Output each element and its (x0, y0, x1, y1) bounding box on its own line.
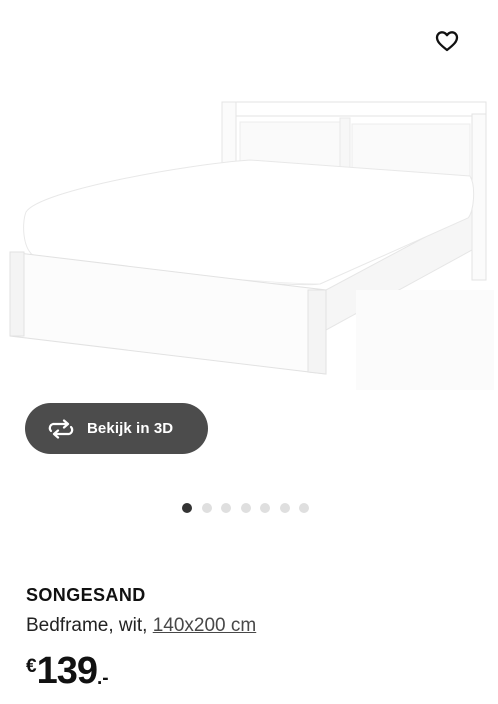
price-amount: 139 (36, 650, 98, 692)
view-in-3d-button[interactable]: Bekijk in 3D (25, 403, 208, 454)
product-price: € 139 .- (26, 652, 109, 690)
carousel-dot[interactable] (221, 503, 231, 513)
product-name: SONGESAND (26, 585, 146, 605)
carousel-dot[interactable] (182, 503, 192, 513)
product-description: Bedframe, wit, 140x200 cm (26, 615, 256, 637)
heart-icon (435, 31, 459, 52)
rotate-3d-icon (47, 418, 75, 440)
carousel-pagination (182, 503, 309, 513)
product-description-text: Bedframe, wit, (26, 615, 153, 636)
carousel-dot[interactable] (279, 503, 290, 513)
view-in-3d-label: Bekijk in 3D (87, 420, 174, 437)
price-cents: .- (96, 668, 109, 689)
carousel-dot[interactable] (240, 503, 251, 513)
carousel-dot[interactable] (299, 503, 309, 513)
favorite-button[interactable] (430, 26, 464, 56)
product-size-link[interactable]: 140x200 cm (153, 615, 257, 636)
price-currency: € (26, 656, 37, 677)
carousel-dot[interactable] (260, 503, 270, 513)
bed-illustration (9, 101, 494, 390)
product-image[interactable]: Bekijk in 3D (0, 0, 498, 480)
carousel-dot[interactable] (201, 503, 212, 513)
